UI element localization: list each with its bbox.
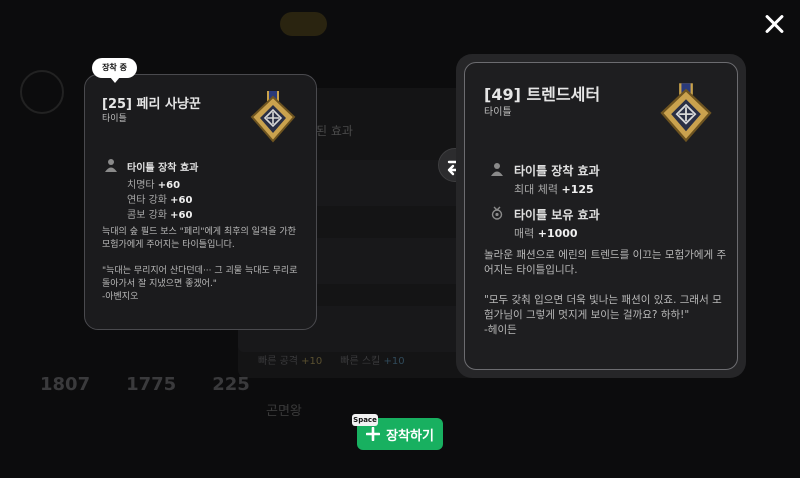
close-icon[interactable] — [762, 12, 786, 36]
background-buffs: 빠른 공격 +10 빠른 스킬 +10 — [258, 352, 405, 367]
new-title-description: 놀라운 패션으로 에린의 트렌드를 이끄는 모험가에게 주어지는 타이틀입니다.… — [484, 249, 727, 336]
background-partial-heading: 된 효과 — [316, 124, 353, 138]
background-avatar — [20, 70, 64, 114]
current-equip-effect-header: 타이틀 장착 효과 — [127, 163, 199, 174]
effect-line: 최대 체력 +125 — [514, 183, 594, 196]
buff-item: 빠른 스킬 +10 — [340, 356, 405, 367]
stat-value: 1807 — [40, 374, 91, 395]
plus-icon — [366, 427, 381, 441]
title-medal-icon — [250, 91, 296, 143]
effect-line: 콤보 강화 +60 — [127, 210, 193, 221]
person-icon — [105, 159, 117, 172]
title-medal-icon — [660, 83, 712, 143]
new-title-type: 타이틀 — [484, 107, 512, 118]
new-title-name: [49] 트렌드세터 — [484, 85, 601, 104]
new-own-effect-header: 타이틀 보유 효과 — [514, 208, 600, 222]
stat-value: 225 — [212, 374, 250, 395]
equip-button-label: 장착하기 — [386, 428, 434, 444]
current-title-card: [25] 페리 사냥꾼 타이틀 타이틀 장착 효과 치명타 +60 연타 강화 … — [84, 74, 317, 330]
buff-item: 빠른 공격 +10 — [258, 356, 323, 367]
effect-line: 매력 +1000 — [514, 227, 578, 240]
stat-value: 1775 — [126, 374, 177, 395]
new-equip-effect-header: 타이틀 장착 효과 — [514, 164, 600, 178]
background-tab — [355, 12, 414, 36]
background-list-item: 곤면왕 — [266, 404, 302, 419]
background-tab — [442, 12, 501, 36]
medal-ownership-icon — [491, 206, 503, 220]
person-icon — [491, 163, 503, 176]
background-tab-active — [280, 12, 328, 36]
current-title-description: 늑대의 숲 필드 보스 "페리"에게 최후의 일격을 가한 모험가에게 주어지는… — [102, 227, 298, 302]
background-tabs — [280, 12, 579, 36]
new-title-card: [49] 트렌드세터 타이틀 타이틀 장착 효과 최대 체력 +125 타이틀 … — [464, 62, 738, 370]
background-tab — [528, 12, 579, 36]
effect-line: 치명타 +60 — [127, 180, 181, 191]
equipped-badge: 장착 중 — [92, 58, 137, 83]
background-stats: 1807 1775 225 — [40, 374, 250, 395]
effect-line: 연타 강화 +60 — [127, 195, 193, 206]
space-shortcut-badge: Space — [352, 414, 378, 426]
current-title-name: [25] 페리 사냥꾼 — [102, 97, 201, 112]
current-title-type: 타이틀 — [102, 114, 127, 124]
